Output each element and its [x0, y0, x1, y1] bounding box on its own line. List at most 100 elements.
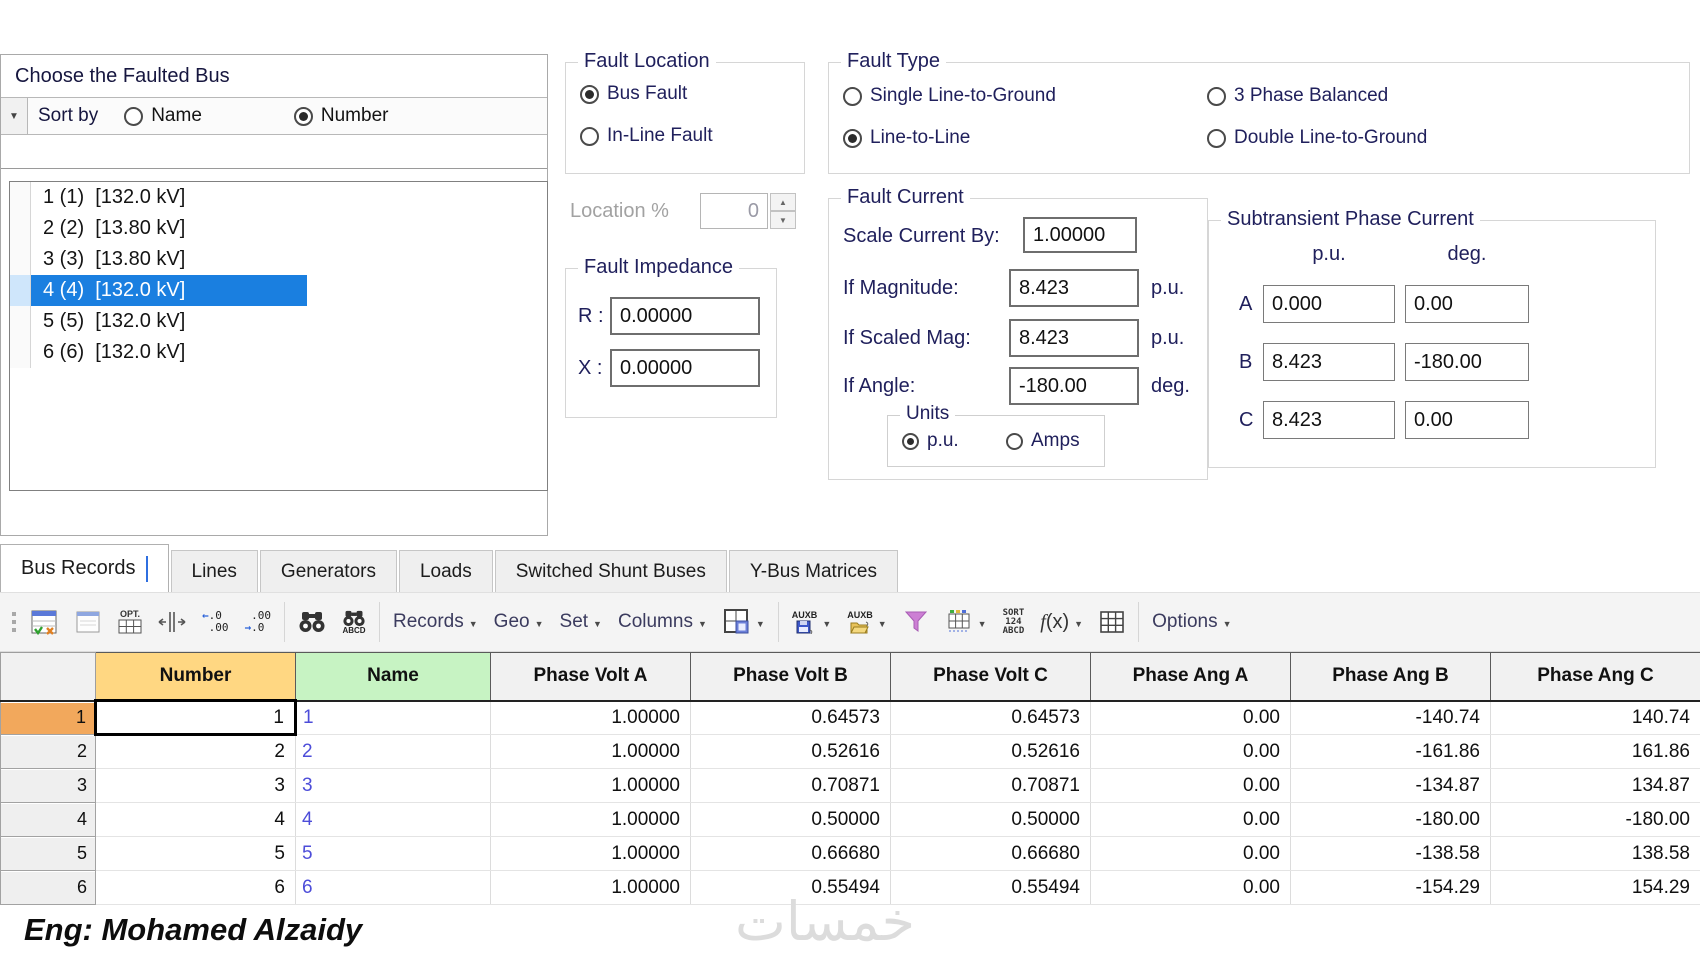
grid-cell[interactable]: 0.00 [1090, 870, 1291, 905]
grid-cell[interactable]: 0.66680 [890, 836, 1091, 871]
grid-cell[interactable]: -140.74 [1290, 700, 1491, 735]
grid-options-button[interactable]: OPT. [110, 600, 150, 644]
grid-cell[interactable]: -180.00 [1290, 802, 1491, 837]
grid-cell[interactable]: -161.86 [1290, 734, 1491, 769]
filter-button[interactable] [895, 600, 937, 644]
grid-header-name[interactable]: Name [295, 652, 491, 702]
if-scaled-mag-input[interactable] [1009, 319, 1139, 357]
grid-cell[interactable]: 1.00000 [490, 836, 691, 871]
three-phase-balanced-radio[interactable]: 3 Phase Balanced [1207, 85, 1388, 107]
grid-cell[interactable]: 1.00000 [490, 700, 691, 735]
grid-cell[interactable]: -134.87 [1290, 768, 1491, 803]
grid-header-phase-ang-b[interactable]: Phase Ang B [1290, 652, 1491, 702]
sort-number-radio[interactable]: Number [293, 105, 388, 127]
grid-header-phase-ang-a[interactable]: Phase Ang A [1090, 652, 1291, 702]
row-header[interactable]: 3 [0, 768, 96, 803]
grid-cell[interactable]: 1.00000 [490, 870, 691, 905]
row-header[interactable]: 6 [0, 870, 96, 905]
phase-a-deg-input[interactable] [1405, 285, 1529, 323]
find-by-name-button[interactable]: ABCD [334, 600, 374, 644]
single-line-to-ground-radio[interactable]: Single Line-to-Ground [843, 85, 1056, 107]
grid-cell[interactable]: 0.64573 [890, 700, 1091, 735]
tab-y-bus-matrices[interactable]: Y-Bus Matrices [728, 550, 898, 592]
grid-cell-name[interactable]: 3 [295, 768, 491, 803]
sort-name-radio[interactable]: Name [124, 105, 202, 127]
bus-list-item[interactable]: 2 (2) [13.80 kV] [10, 213, 547, 244]
autosize-columns-button[interactable] [150, 600, 194, 644]
phase-a-pu-input[interactable] [1263, 285, 1395, 323]
tab-lines[interactable]: Lines [170, 550, 258, 592]
grid-cell[interactable]: -180.00 [1490, 802, 1700, 837]
record-details-button[interactable] [22, 600, 66, 644]
bus-list-item-selected[interactable]: 4 (4) [132.0 kV] [10, 275, 547, 306]
copy-paste-menu[interactable]: ▼ [715, 600, 773, 644]
grid-cell[interactable]: 0.00 [1090, 734, 1291, 769]
x-input[interactable] [610, 349, 760, 387]
row-header[interactable]: 5 [0, 836, 96, 871]
units-amps-radio[interactable]: Amps [1006, 430, 1080, 452]
grid-cell[interactable]: 0.66680 [690, 836, 891, 871]
show-dialog-button[interactable] [66, 600, 110, 644]
units-pu-radio[interactable]: p.u. [902, 430, 959, 452]
grid-cell-number[interactable]: 2 [95, 734, 296, 769]
bus-list[interactable]: 1 (1) [132.0 kV] 2 (2) [13.80 kV] 3 (3) … [9, 181, 548, 491]
grid-header-phase-volt-a[interactable]: Phase Volt A [490, 652, 691, 702]
grid-cell[interactable]: 0.55494 [890, 870, 1091, 905]
if-magnitude-input[interactable] [1009, 269, 1139, 307]
location-percent-input[interactable] [700, 193, 768, 229]
grid-cell[interactable]: -154.29 [1290, 870, 1491, 905]
save-aux-menu[interactable]: AUXB ▼ [784, 600, 839, 644]
advanced-filter-menu[interactable]: ▼ [937, 600, 995, 644]
bus-filter-input[interactable] [1, 135, 547, 169]
bus-list-item[interactable]: 1 (1) [132.0 kV] [10, 182, 547, 213]
location-percent-spinner[interactable]: ▲ ▼ [770, 193, 796, 229]
row-header[interactable]: 2 [0, 734, 96, 769]
grid-cell[interactable]: 1.00000 [490, 768, 691, 803]
double-line-to-ground-radio[interactable]: Double Line-to-Ground [1207, 127, 1427, 149]
bus-fault-radio[interactable]: Bus Fault [580, 83, 687, 105]
load-aux-menu[interactable]: AUXB ▼ [839, 600, 894, 644]
spinner-down-icon[interactable]: ▼ [770, 211, 796, 229]
find-button[interactable] [290, 600, 334, 644]
records-menu[interactable]: Records ▼ [385, 600, 486, 644]
grid-cell[interactable]: 154.29 [1490, 870, 1700, 905]
grid-header-phase-volt-c[interactable]: Phase Volt C [890, 652, 1091, 702]
grid-cell[interactable]: 0.00 [1090, 836, 1291, 871]
grid-cell[interactable]: 0.00 [1090, 802, 1291, 837]
columns-menu[interactable]: Columns ▼ [610, 600, 715, 644]
grid-cell-number[interactable]: 4 [95, 802, 296, 837]
options-menu[interactable]: Options ▼ [1144, 600, 1239, 644]
grid-cell-name[interactable]: 6 [295, 870, 491, 905]
spinner-up-icon[interactable]: ▲ [770, 193, 796, 211]
r-input[interactable] [610, 297, 760, 335]
grid-cell[interactable]: 140.74 [1490, 700, 1700, 735]
tab-bus-records[interactable]: Bus Records [0, 544, 169, 592]
geo-menu[interactable]: Geo ▼ [486, 600, 552, 644]
grid-cell[interactable]: 0.50000 [690, 802, 891, 837]
grid-view-button[interactable] [1091, 600, 1133, 644]
fx-menu[interactable]: f(x) ▼ [1032, 600, 1091, 644]
increase-decimals-button[interactable]: ←.0 .00 [194, 600, 237, 644]
grid-cell[interactable]: 134.87 [1490, 768, 1700, 803]
grid-header-number[interactable]: Number [95, 652, 296, 702]
decrease-decimals-button[interactable]: .00 →.0 [237, 600, 280, 644]
bus-list-item[interactable]: 3 (3) [13.80 kV] [10, 244, 547, 275]
row-header[interactable]: 4 [0, 802, 96, 837]
grid-cell-name[interactable]: 1 [295, 700, 491, 735]
grid-cell[interactable]: 1.00000 [490, 802, 691, 837]
grid-header-phase-volt-b[interactable]: Phase Volt B [690, 652, 891, 702]
phase-b-pu-input[interactable] [1263, 343, 1395, 381]
grid-cell[interactable]: -138.58 [1290, 836, 1491, 871]
grid-cell[interactable]: 0.52616 [890, 734, 1091, 769]
toolbar-grip-icon[interactable] [6, 612, 22, 632]
set-menu[interactable]: Set ▼ [552, 600, 610, 644]
scale-current-input[interactable] [1023, 217, 1137, 253]
in-line-fault-radio[interactable]: In-Line Fault [580, 125, 713, 147]
row-header[interactable]: 1 [0, 700, 96, 735]
tab-switched-shunt-buses[interactable]: Switched Shunt Buses [494, 550, 727, 592]
grid-cell[interactable]: 0.70871 [690, 768, 891, 803]
grid-cell[interactable]: 1.00000 [490, 734, 691, 769]
grid-cell[interactable]: 0.64573 [690, 700, 891, 735]
grid-cell-name[interactable]: 4 [295, 802, 491, 837]
grid-cell[interactable]: 0.52616 [690, 734, 891, 769]
